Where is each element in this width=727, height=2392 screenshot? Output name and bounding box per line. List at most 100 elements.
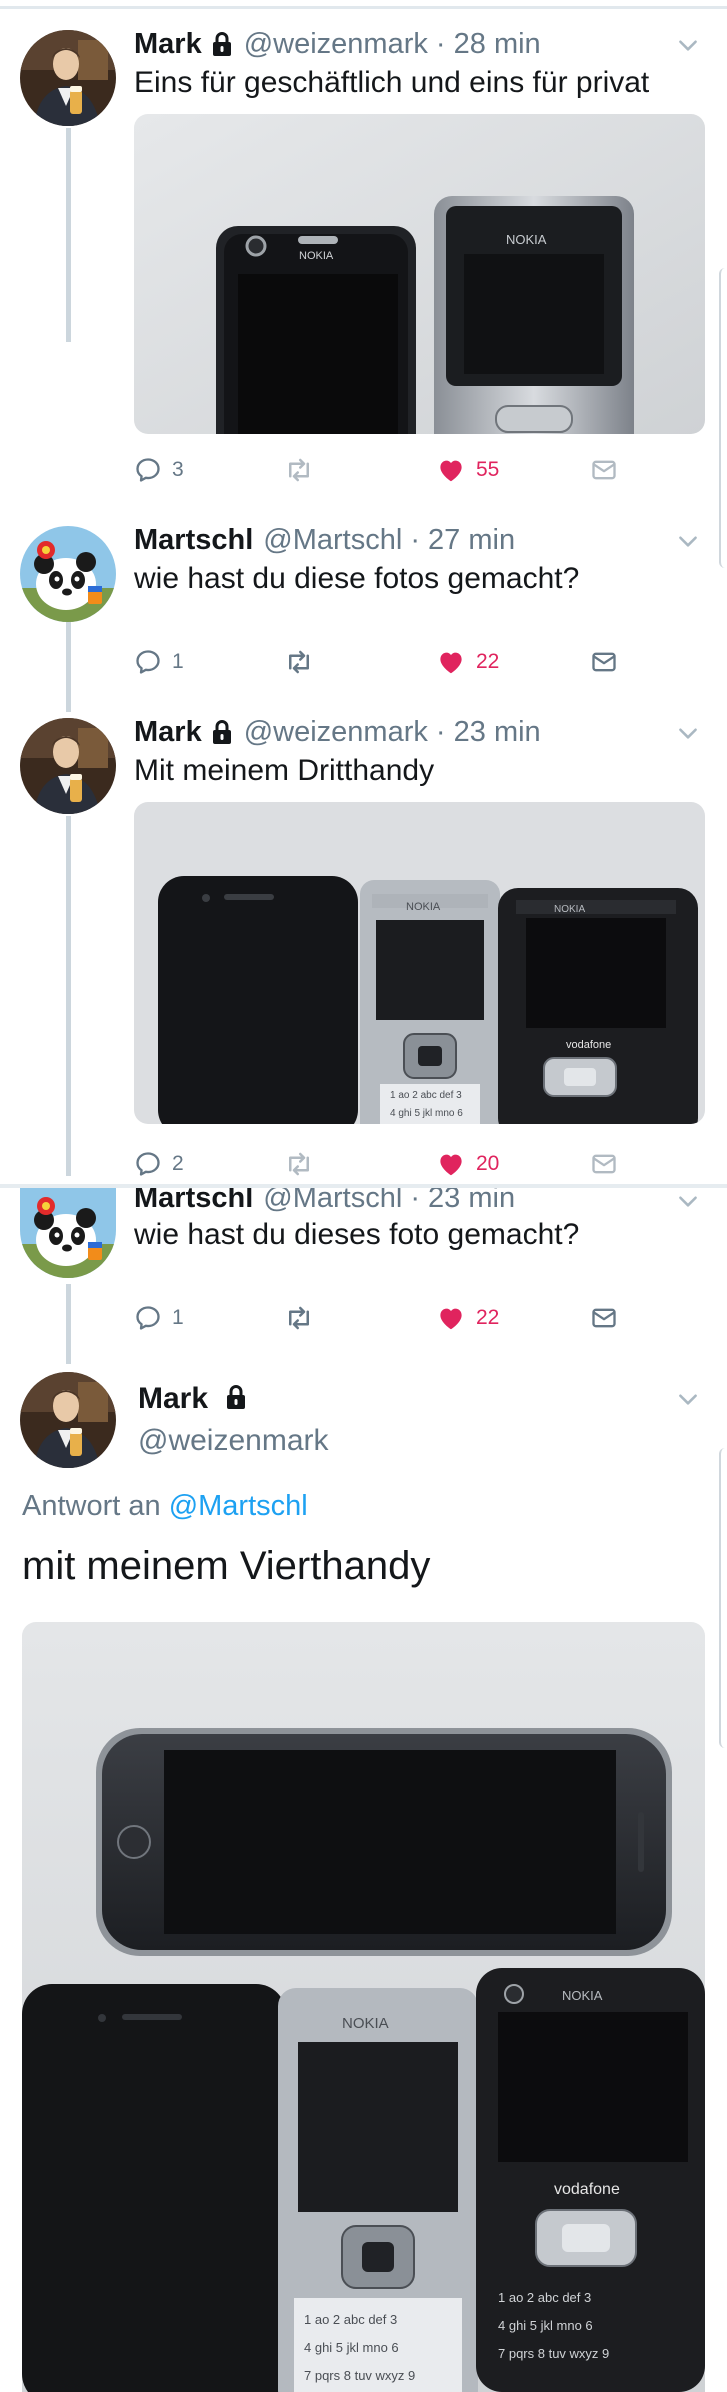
like-count: 55 [476, 458, 500, 481]
dm-icon [590, 456, 618, 484]
handle-timestamp: @weizenmark · 23 min [243, 715, 541, 748]
dm-button[interactable] [590, 450, 618, 490]
like-button[interactable]: 22 [436, 642, 499, 682]
tweet-header: Mark @weizenmark · 28 min [134, 24, 541, 64]
nokia-logo: NOKIA [342, 2015, 389, 2032]
reply-prefix: Antwort an [22, 1490, 161, 1522]
handle-timestamp: @weizenmark · 28 min [243, 27, 541, 60]
tweet-actions: 1 22 [134, 1298, 634, 1338]
reply-count: 1 [172, 1306, 184, 1329]
display-name[interactable]: Mark [134, 716, 202, 749]
svg-text:4 ghi 5 jkl mno 6: 4 ghi 5 jkl mno 6 [498, 2318, 593, 2333]
svg-text:7 pqrs 8 tuv wxyz 9: 7 pqrs 8 tuv wxyz 9 [304, 2368, 415, 2383]
top-divider [0, 6, 727, 9]
like-count: 22 [476, 1306, 500, 1329]
tweet-photo[interactable]: NOKIA NOKIA [134, 114, 705, 434]
heart-icon [436, 455, 466, 485]
reply-icon [134, 1304, 162, 1332]
avatar[interactable] [20, 30, 116, 126]
avatar[interactable] [20, 526, 116, 622]
like-button[interactable]: 20 [436, 1144, 499, 1184]
like-button[interactable]: 55 [436, 450, 499, 490]
reply-count: 2 [172, 1152, 184, 1175]
nokia-logo: NOKIA [299, 250, 334, 262]
dm-icon [590, 1304, 618, 1332]
reply-context: Antwort an @Martschl [22, 1490, 308, 1523]
tweet-text: wie hast du dieses foto gemacht? [134, 1218, 580, 1251]
tweet-header: Mark @weizenmark · 23 min [134, 712, 541, 752]
caret-down-icon[interactable] [675, 1188, 701, 1214]
caret-down-icon[interactable] [675, 720, 701, 746]
like-count: 22 [476, 650, 500, 673]
heart-icon [436, 1149, 466, 1179]
reply-count: 3 [172, 458, 184, 481]
tweet-photo[interactable]: NOKIA 1 ao 2 abc def 3 4 ghi 5 jkl mno 6… [134, 802, 705, 1124]
caret-down-icon[interactable] [675, 1386, 701, 1412]
tweet-actions: 1 22 [134, 642, 634, 682]
dm-button[interactable] [590, 642, 618, 682]
avatar[interactable] [20, 718, 116, 814]
retweet-button[interactable] [284, 642, 314, 682]
nokia-logo: NOKIA [554, 904, 585, 915]
dm-button[interactable] [590, 1298, 618, 1338]
lock-icon [224, 1384, 248, 1410]
retweet-button[interactable] [284, 1298, 314, 1338]
dm-button[interactable] [590, 1144, 618, 1184]
photo-four-phones: NOKIA 1 ao 2 abc def 3 4 ghi 5 jkl mno 6… [22, 1622, 705, 2392]
display-name-text: Mark [138, 1382, 209, 1415]
thread-line [66, 128, 71, 342]
heart-icon [436, 647, 466, 677]
dm-icon [590, 648, 618, 676]
handle[interactable]: @weizenmark [138, 1424, 329, 1458]
scroll-indicator [719, 268, 727, 568]
dm-icon [590, 1150, 618, 1178]
photo-three-phones: NOKIA 1 ao 2 abc def 3 4 ghi 5 jkl mno 6… [134, 802, 705, 1124]
retweet-icon [284, 647, 314, 677]
tweet-photo[interactable]: NOKIA 1 ao 2 abc def 3 4 ghi 5 jkl mno 6… [22, 1622, 705, 2392]
caret-down-icon[interactable] [675, 32, 701, 58]
lock-icon [210, 31, 234, 57]
tweet-actions: 2 20 [134, 1144, 634, 1184]
scroll-indicator [719, 1448, 727, 1748]
caret-down-icon[interactable] [675, 528, 701, 554]
tweet-text: Eins für geschäftlich und eins für priva… [134, 66, 650, 99]
thread-line [66, 816, 71, 1176]
display-name[interactable]: Martschl [134, 524, 253, 557]
retweet-icon [284, 1149, 314, 1179]
reply-button[interactable]: 3 [134, 450, 184, 490]
display-name[interactable]: Mark [138, 1382, 248, 1416]
like-count: 20 [476, 1152, 500, 1175]
svg-text:1 ao 2 abc def 3: 1 ao 2 abc def 3 [304, 2312, 397, 2327]
avatar[interactable] [20, 1188, 116, 1278]
thread-line [66, 622, 71, 712]
reply-icon [134, 456, 162, 484]
tweet-actions: 3 55 [134, 450, 634, 490]
tweet-text: mit meinem Vierthandy [22, 1544, 431, 1588]
heart-icon [436, 1303, 466, 1333]
retweet-button[interactable] [284, 1144, 314, 1184]
like-button[interactable]: 22 [436, 1298, 499, 1338]
reply-button[interactable]: 1 [134, 642, 184, 682]
tweet-text: wie hast du diese fotos gemacht? [134, 562, 580, 595]
nokia-logo: NOKIA [562, 1988, 603, 2003]
vodafone-logo: vodafone [554, 2181, 620, 2198]
reply-icon [134, 1150, 162, 1178]
retweet-icon [284, 455, 314, 485]
svg-text:7 pqrs 8 tuv wxyz 9: 7 pqrs 8 tuv wxyz 9 [498, 2346, 609, 2361]
retweet-button[interactable] [284, 450, 314, 490]
lock-icon [210, 719, 234, 745]
reply-button[interactable]: 2 [134, 1144, 184, 1184]
tweet-header: Martschl @Martschl · 27 min [134, 520, 515, 560]
nokia-logo: NOKIA [406, 901, 441, 913]
svg-text:1 ao 2 abc def 3: 1 ao 2 abc def 3 [390, 1090, 462, 1101]
reply-button[interactable]: 1 [134, 1298, 184, 1338]
reply-icon [134, 648, 162, 676]
avatar[interactable] [20, 1372, 116, 1468]
reply-mention-link[interactable]: @Martschl [169, 1490, 308, 1522]
retweet-icon [284, 1303, 314, 1333]
svg-text:1 ao 2 abc def 3: 1 ao 2 abc def 3 [498, 2290, 591, 2305]
svg-text:4 ghi 5 jkl mno 6: 4 ghi 5 jkl mno 6 [390, 1108, 463, 1119]
display-name[interactable]: Mark [134, 28, 202, 61]
vodafone-logo: vodafone [566, 1039, 611, 1051]
handle-timestamp: @Martschl · 27 min [263, 523, 516, 556]
